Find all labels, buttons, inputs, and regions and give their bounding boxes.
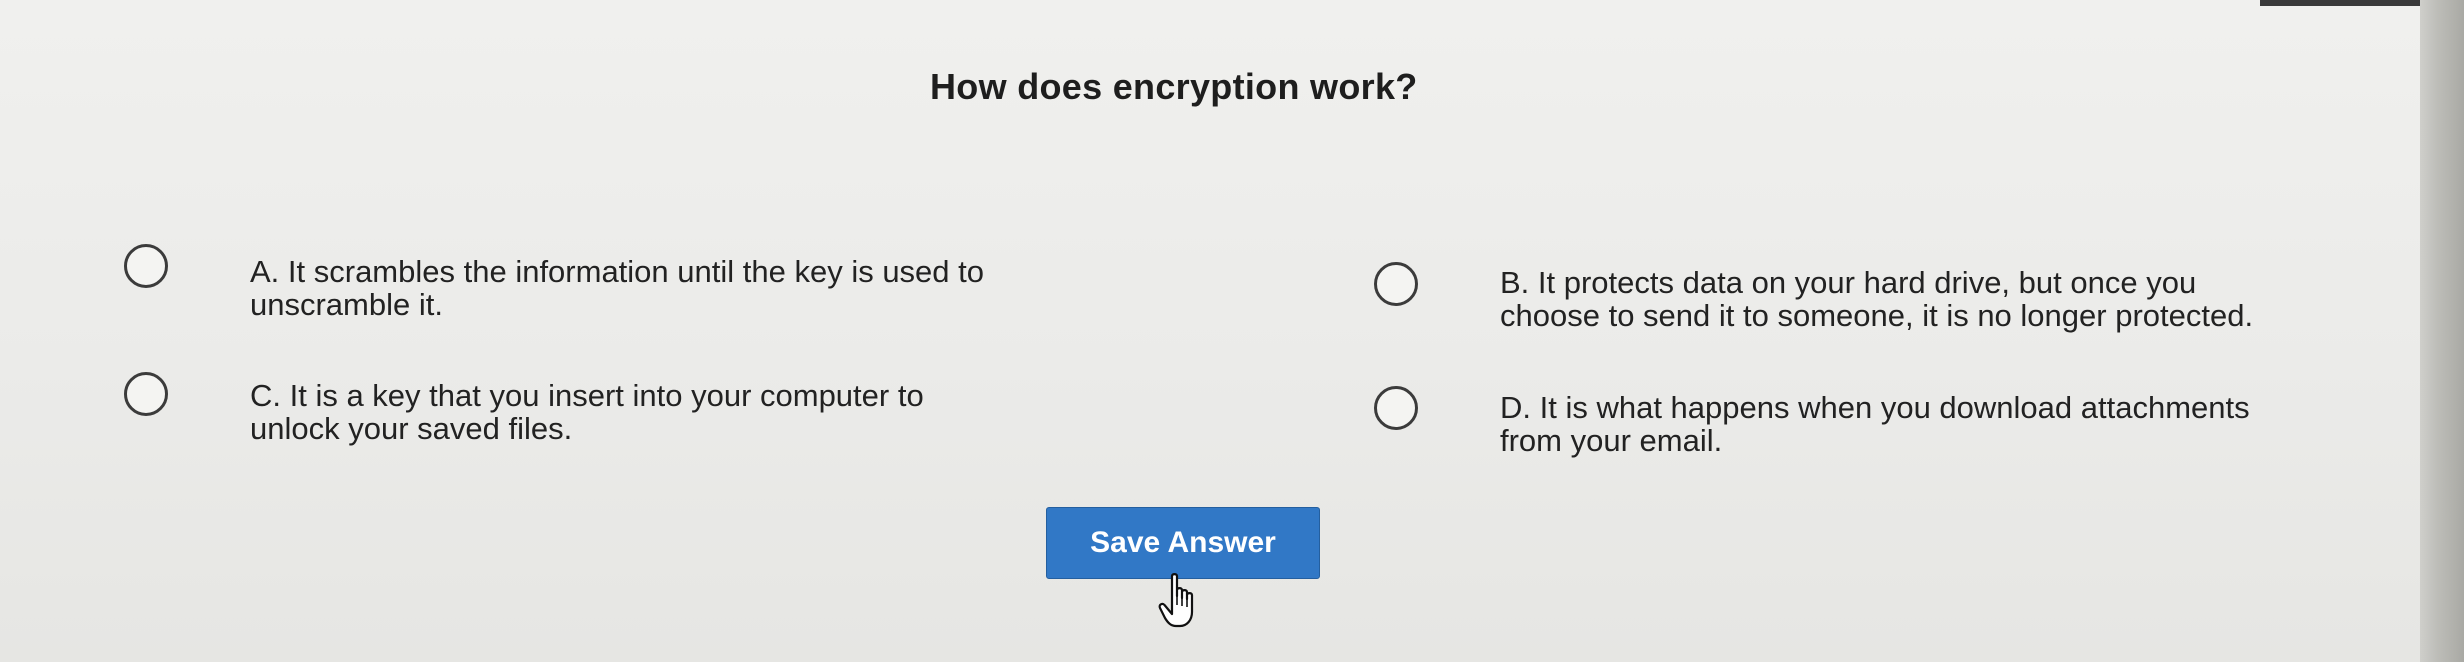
radio-button-a[interactable] (124, 244, 168, 288)
save-answer-button[interactable]: Save Answer (1046, 507, 1320, 579)
option-d-label: D. It is what happens when you download … (1500, 391, 2250, 457)
option-a-line-1: A. It scrambles the information until th… (250, 254, 985, 289)
monitor-bezel-right (2420, 0, 2464, 662)
hand-pointer-icon (1158, 573, 1194, 628)
option-a-line-2: unscramble it. (250, 287, 443, 322)
radio-button-b[interactable] (1374, 262, 1418, 306)
option-c-label: C. It is a key that you insert into your… (250, 379, 924, 445)
option-b-line-2: choose to send it to someone, it is no l… (1500, 298, 2254, 333)
option-c-line-1: C. It is a key that you insert into your… (250, 378, 924, 413)
option-c-line-2: unlock your saved files. (250, 411, 573, 446)
radio-button-d[interactable] (1374, 386, 1418, 430)
option-d-line-2: from your email. (1500, 423, 1723, 458)
option-b-label: B. It protects data on your hard drive, … (1500, 266, 2253, 332)
option-a-label: A. It scrambles the information until th… (250, 255, 984, 321)
option-b-line-1: B. It protects data on your hard drive, … (1500, 265, 2197, 300)
question-text: How does encryption work? (930, 66, 1418, 107)
option-d-line-1: D. It is what happens when you download … (1500, 390, 2250, 425)
radio-button-c[interactable] (124, 372, 168, 416)
